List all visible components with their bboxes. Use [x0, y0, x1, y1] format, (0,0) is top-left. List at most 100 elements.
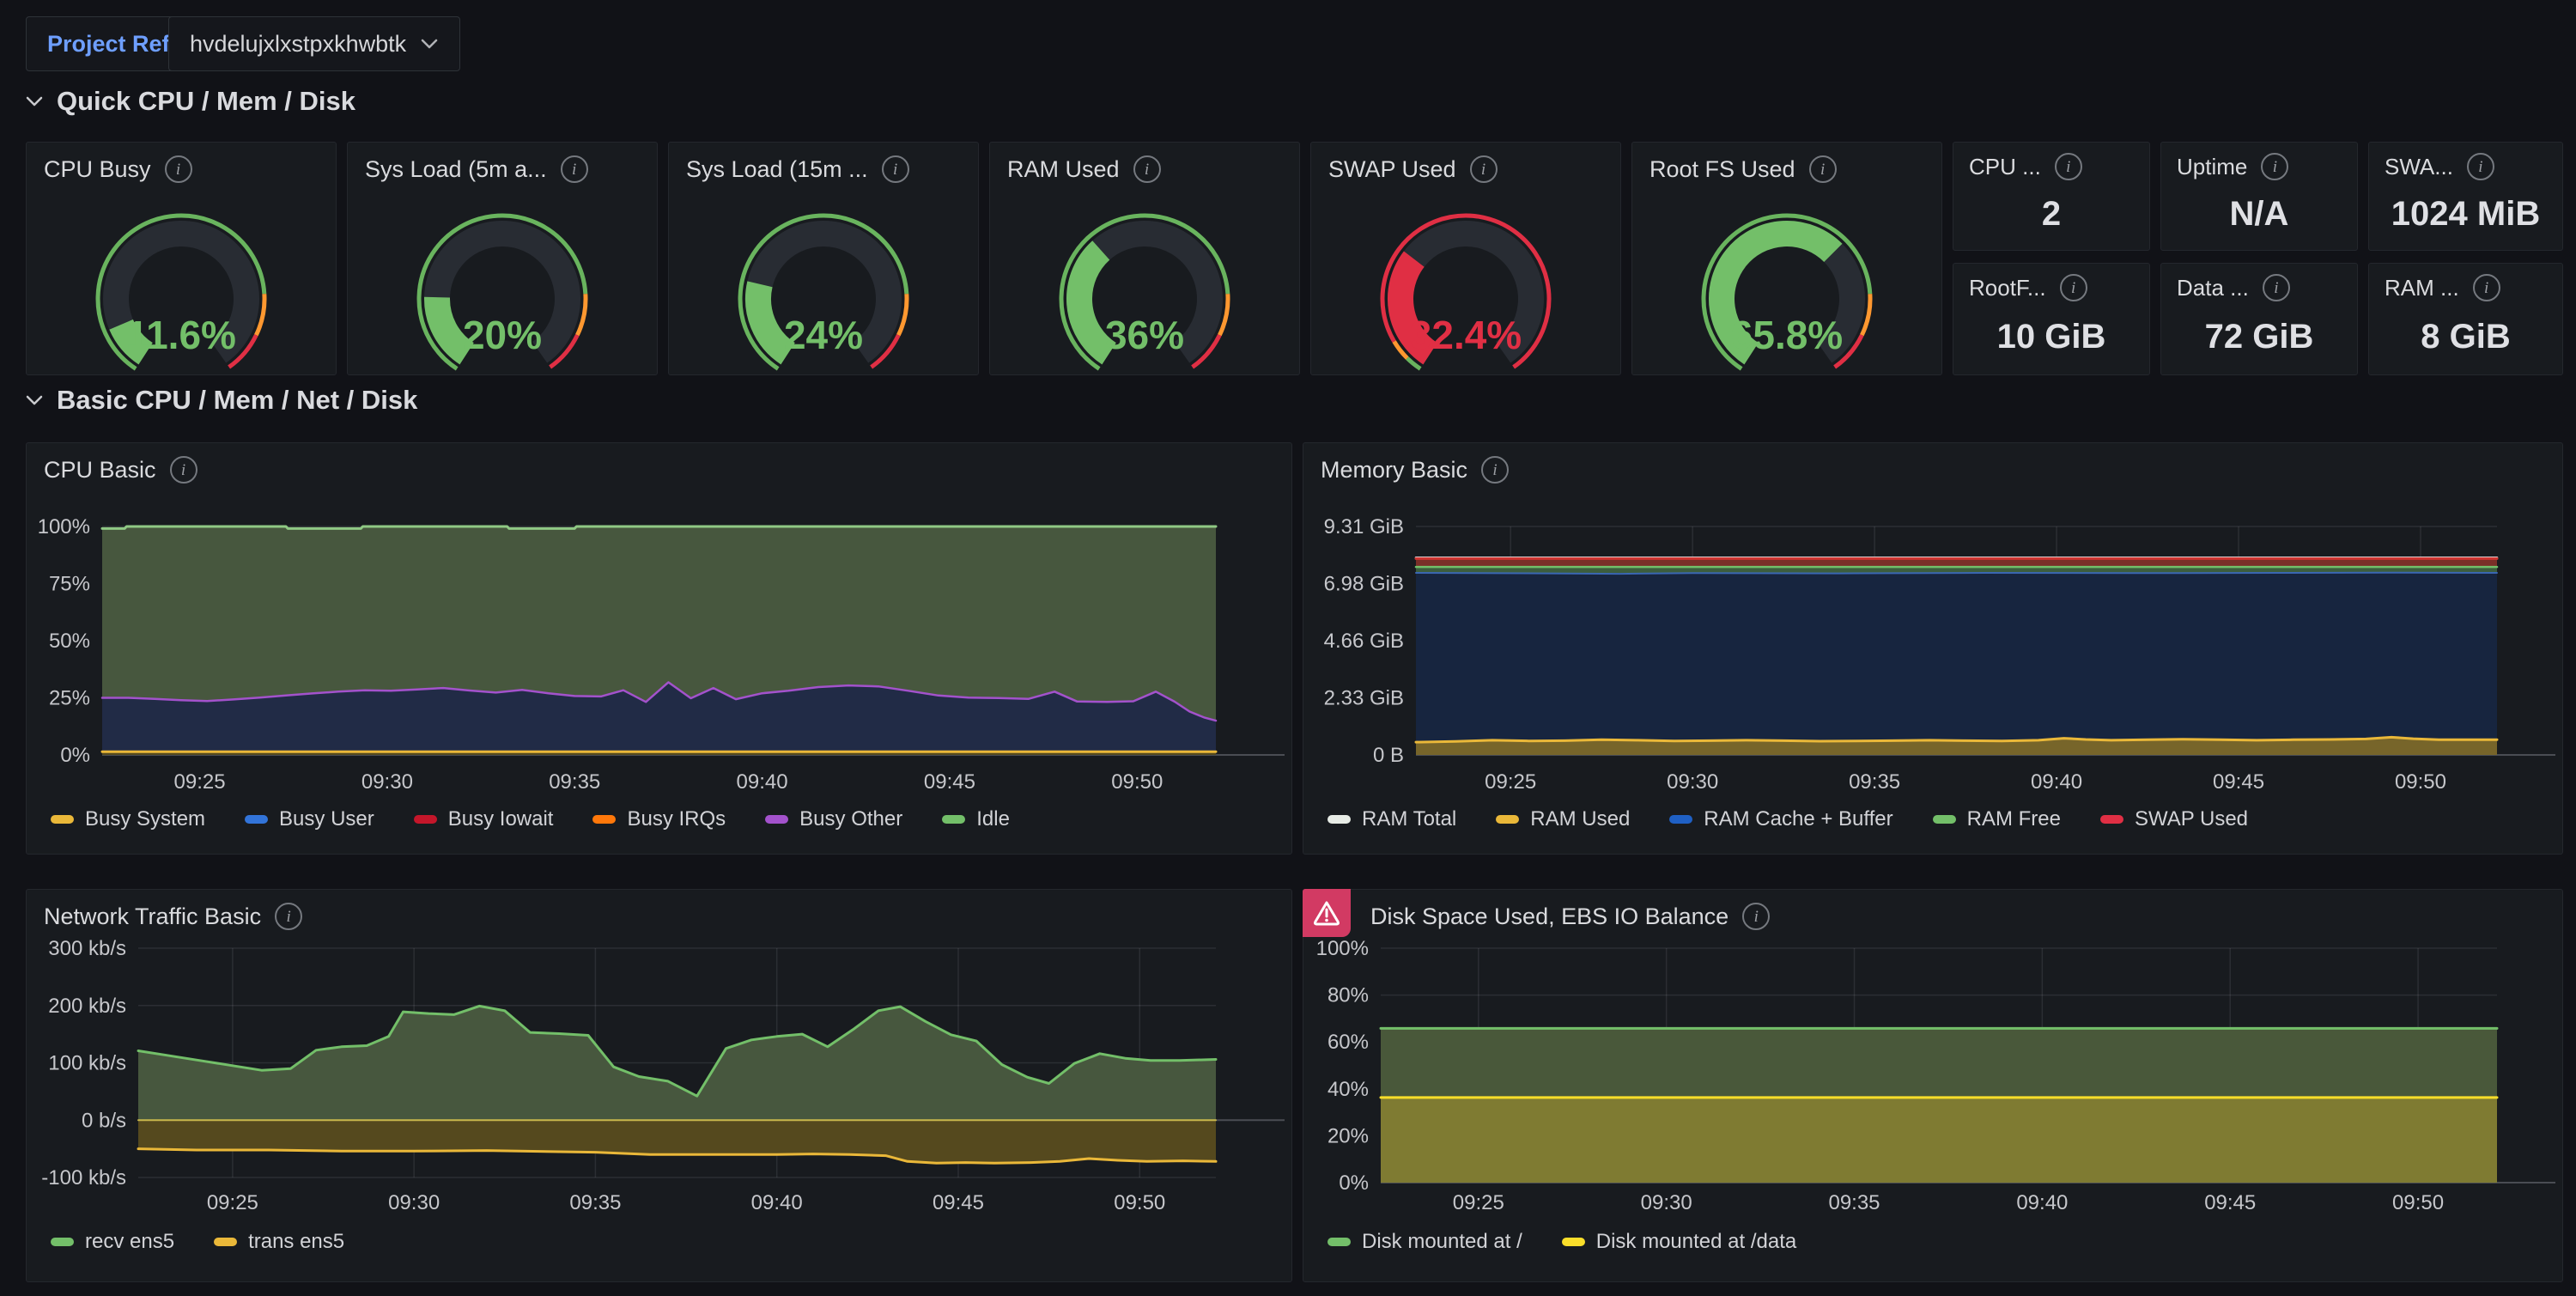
svg-text:75%: 75% [49, 573, 90, 596]
panel-gauge-swap-used[interactable]: SWAP Used 32.4% [1310, 142, 1621, 375]
chart-plot-area[interactable]: 300 kb/s200 kb/s100 kb/s0 b/s-100 kb/s09… [27, 890, 1291, 1281]
legend-item[interactable]: trans ens5 [214, 1230, 344, 1254]
panel-title-row[interactable]: CPU Basic [27, 443, 1291, 484]
chart-legend[interactable]: RAM Total RAM Used RAM Cache + Buffer RAM F… [1327, 807, 2248, 831]
panel-title: CPU ... [1969, 154, 2041, 180]
legend-item[interactable]: Busy System [51, 807, 205, 831]
panel-cpu-basic[interactable]: CPU Basic Busy System Busy User Busy Iowai… [26, 442, 1292, 855]
panel-stat-uptime[interactable]: Uptime N/A [2160, 142, 2358, 251]
svg-text:09:30: 09:30 [1641, 1191, 1692, 1214]
panel-title-row[interactable]: CPU ... [1953, 143, 2149, 180]
legend-item[interactable]: Busy Iowait [414, 807, 554, 831]
chart-legend[interactable]: Busy System Busy User Busy Iowait Busy IRQs… [51, 807, 1010, 831]
panel-title-row[interactable]: RAM Used [990, 143, 1299, 183]
panel-stat-rootf-[interactable]: RootF... 10 GiB [1953, 263, 2150, 375]
panel-memory-basic[interactable]: Memory Basic RAM Total RAM Used RAM Cache … [1303, 442, 2563, 855]
svg-text:09:50: 09:50 [2392, 1191, 2444, 1214]
info-icon[interactable] [561, 155, 588, 183]
legend-label: trans ens5 [248, 1230, 344, 1254]
panel-gauge-root-fs-used[interactable]: Root FS Used 65.8% [1631, 142, 1942, 375]
panel-stat-swa-[interactable]: SWA... 1024 MiB [2368, 142, 2563, 251]
svg-text:50%: 50% [49, 630, 90, 653]
info-icon[interactable] [2263, 274, 2290, 301]
legend-item[interactable]: Busy IRQs [592, 807, 726, 831]
panel-gauge-sys-load-5m-a-[interactable]: Sys Load (5m a... 20% [347, 142, 658, 375]
legend-label: Busy User [279, 807, 374, 831]
panel-stat-cpu-[interactable]: CPU ... 2 [1953, 142, 2150, 251]
info-icon[interactable] [2467, 153, 2494, 180]
info-icon[interactable] [1481, 456, 1509, 484]
panel-title-row[interactable]: SWAP Used [1311, 143, 1620, 183]
info-icon[interactable] [882, 155, 909, 183]
gauge-value: 36% [1105, 313, 1184, 357]
panel-title-row[interactable]: Data ... [2161, 264, 2357, 301]
panel-title-row[interactable]: CPU Busy [27, 143, 336, 183]
legend-color-marker [51, 815, 74, 824]
panel-title: CPU Busy [44, 156, 151, 183]
legend-label: Disk mounted at /data [1596, 1230, 1796, 1254]
stat-value: N/A [2161, 191, 2357, 238]
legend-item[interactable]: Disk mounted at / [1327, 1230, 1522, 1254]
legend-item[interactable]: Idle [942, 807, 1010, 831]
info-icon[interactable] [2055, 153, 2082, 180]
legend-label: Busy Other [799, 807, 902, 831]
svg-text:4.66 GiB: 4.66 GiB [1324, 630, 1404, 653]
svg-text:09:50: 09:50 [2395, 770, 2446, 794]
panel-title: Data ... [2177, 275, 2249, 301]
panel-gauge-cpu-busy[interactable]: CPU Busy 11.6% [26, 142, 337, 375]
panel-network-traffic-basic[interactable]: Network Traffic Basic recv ens5 trans ens… [26, 889, 1292, 1282]
panel-title-row[interactable]: Sys Load (5m a... [348, 143, 657, 183]
info-icon[interactable] [165, 155, 192, 183]
section-quick-cpu-mem-disk[interactable]: Quick CPU / Mem / Disk [24, 86, 355, 117]
legend-item[interactable]: RAM Free [1933, 807, 2061, 831]
legend-item[interactable]: RAM Used [1496, 807, 1630, 831]
chart-legend[interactable]: Disk mounted at / Disk mounted at /data [1327, 1230, 1796, 1254]
panel-title-row[interactable]: RAM ... [2369, 264, 2562, 301]
panel-title-row[interactable]: Disk Space Used, EBS IO Balance [1303, 890, 2562, 930]
info-icon[interactable] [170, 456, 197, 484]
panel-disk-space-used[interactable]: Disk Space Used, EBS IO Balance Disk mou… [1303, 889, 2563, 1282]
panel-title-row[interactable]: Network Traffic Basic [27, 890, 1291, 930]
panel-title-row[interactable]: Uptime [2161, 143, 2357, 180]
svg-text:80%: 80% [1327, 984, 1369, 1007]
chart-plot-area[interactable]: 100%75%50%25%0%09:2509:3009:3509:4009:45… [27, 443, 1291, 854]
chart-plot-area[interactable]: 9.31 GiB6.98 GiB4.66 GiB2.33 GiB0 B09:25… [1303, 443, 2562, 854]
panel-stat-ram-[interactable]: RAM ... 8 GiB [2368, 263, 2563, 375]
variable-label: Project Ref [47, 31, 170, 58]
legend-item[interactable]: RAM Cache + Buffer [1669, 807, 1893, 831]
variable-label-button[interactable]: Project Ref [26, 16, 191, 71]
panel-title-row[interactable]: Root FS Used [1632, 143, 1941, 183]
info-icon[interactable] [1470, 155, 1498, 183]
svg-text:09:30: 09:30 [361, 770, 413, 794]
panel-gauge-sys-load-15m-[interactable]: Sys Load (15m ... 24% [668, 142, 979, 375]
section-basic-cpu-mem-net-disk[interactable]: Basic CPU / Mem / Net / Disk [24, 385, 417, 416]
info-icon[interactable] [1809, 155, 1837, 183]
variable-value-dropdown[interactable]: hvdelujxlxstpxkhwbtk [168, 16, 460, 71]
info-icon[interactable] [275, 903, 302, 930]
info-icon[interactable] [2473, 274, 2500, 301]
legend-item[interactable]: Busy User [245, 807, 374, 831]
panel-title-row[interactable]: SWA... [2369, 143, 2562, 180]
info-icon[interactable] [2060, 274, 2087, 301]
alert-state-badge[interactable] [1303, 889, 1351, 937]
legend-item[interactable]: Disk mounted at /data [1562, 1230, 1796, 1254]
legend-color-marker [592, 815, 616, 824]
svg-text:0%: 0% [60, 744, 90, 767]
info-icon[interactable] [1133, 155, 1161, 183]
svg-text:09:35: 09:35 [1828, 1191, 1880, 1214]
panel-gauge-ram-used[interactable]: RAM Used 36% [989, 142, 1300, 375]
gauge-value: 65.8% [1731, 313, 1843, 357]
info-icon[interactable] [2261, 153, 2288, 180]
panel-title-row[interactable]: Memory Basic [1303, 443, 2562, 484]
chart-legend[interactable]: recv ens5 trans ens5 [51, 1230, 344, 1254]
panel-title-row[interactable]: Sys Load (15m ... [669, 143, 978, 183]
legend-item[interactable]: recv ens5 [51, 1230, 174, 1254]
legend-item[interactable]: RAM Total [1327, 807, 1456, 831]
legend-item[interactable]: Busy Other [765, 807, 902, 831]
legend-item[interactable]: SWAP Used [2100, 807, 2248, 831]
chart-plot-area[interactable]: 100%80%60%40%20%0%09:2509:3009:3509:4009… [1303, 890, 2562, 1281]
info-icon[interactable] [1742, 903, 1770, 930]
svg-text:0 B: 0 B [1373, 744, 1404, 767]
panel-stat-data-[interactable]: Data ... 72 GiB [2160, 263, 2358, 375]
panel-title-row[interactable]: RootF... [1953, 264, 2149, 301]
